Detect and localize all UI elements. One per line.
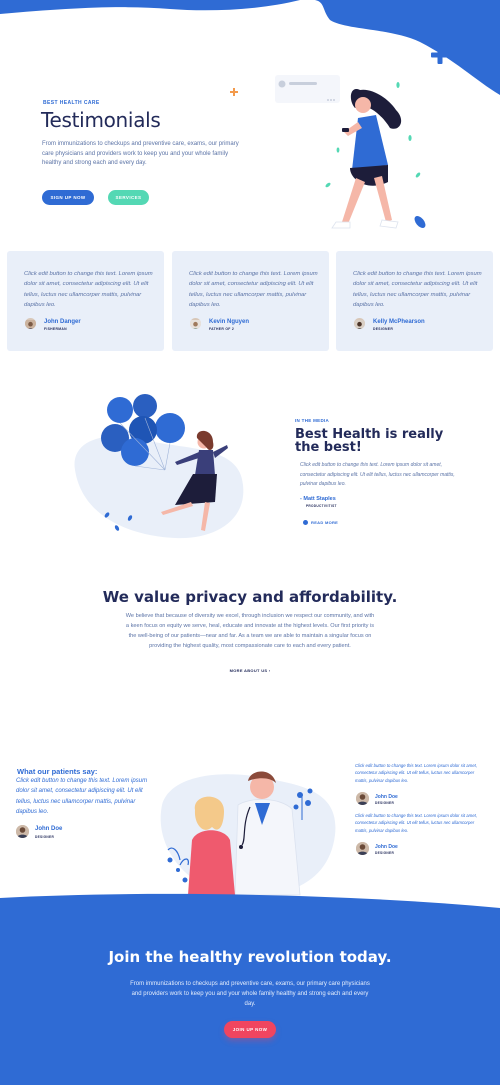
- patient-role: DESIGNER: [375, 851, 395, 855]
- join-up-button[interactable]: JOIN UP NOW: [224, 1021, 276, 1038]
- hero-description: From immunizations to checkups and preve…: [42, 141, 239, 167]
- patient-quote: Click edit button to change this text. L…: [16, 778, 148, 815]
- privacy-text: We believe that because of diversity we …: [125, 613, 375, 649]
- read-more-link[interactable]: READ MORE: [303, 520, 338, 525]
- avatar: [354, 318, 365, 329]
- footer-text: From immunizations to checkups and preve…: [130, 981, 370, 1007]
- hero-eyebrow: BEST HEALTH CARE: [43, 100, 100, 106]
- testimonial-name: Kelly McPhearson: [373, 319, 425, 325]
- balloon-girl-illustration: [74, 394, 244, 539]
- patient-quote: Click edit button to change this text. L…: [355, 763, 478, 783]
- testimonial-text: Click edit button to change this text. L…: [24, 271, 153, 308]
- woman-walking-illustration: [275, 75, 426, 229]
- testimonial-role: FISHERMAN: [44, 327, 67, 331]
- testimonial-text: Click edit button to change this text. L…: [353, 271, 482, 308]
- avatar: [16, 825, 29, 838]
- page-title: Testimonials: [41, 108, 161, 132]
- media-eyebrow: IN THE MEDIA: [295, 418, 330, 423]
- patients-title: What our patients say:: [17, 767, 98, 776]
- read-more-label: READ MORE: [311, 520, 339, 525]
- media-author-role: PRODUCTIVITIST: [306, 504, 337, 508]
- privacy-title: We value privacy and affordability.: [102, 588, 398, 606]
- patient-name: John Doe: [35, 826, 63, 832]
- plus-icon: [431, 46, 449, 64]
- testimonial-name: John Danger: [44, 319, 81, 325]
- media-title: Best Health is really the best!: [295, 427, 444, 455]
- doctor-patient-illustration: [160, 771, 336, 898]
- testimonial-card: Click edit button to change this text. L…: [336, 251, 493, 351]
- testimonial-name: Kevin Nguyen: [209, 319, 250, 325]
- avatar: [190, 318, 201, 329]
- small-plus-icon: [230, 88, 238, 96]
- testimonial-text: Click edit button to change this text. L…: [189, 271, 318, 308]
- patient-name: John Doe: [375, 794, 398, 800]
- more-about-us-link[interactable]: MORE ABOUT US ›: [0, 668, 500, 673]
- media-quote: Click edit button to change this text. L…: [300, 462, 455, 487]
- sign-up-button[interactable]: SIGN UP NOW: [42, 190, 94, 205]
- arrow-circle-icon: [303, 520, 308, 525]
- avatar: [356, 792, 369, 805]
- services-button[interactable]: SERVICES: [108, 190, 149, 205]
- avatar: [356, 842, 369, 855]
- patient-quote: Click edit button to change this text. L…: [355, 813, 478, 833]
- testimonial-role: DESIGNER: [373, 327, 394, 331]
- patient-role: DESIGNER: [375, 801, 395, 805]
- footer-title: Join the healthy revolution today.: [108, 948, 392, 966]
- testimonial-card: Click edit button to change this text. L…: [172, 251, 329, 351]
- testimonial-role: FATHER OF 2: [209, 327, 235, 331]
- patient-name: John Doe: [375, 844, 398, 850]
- media-author: - Matt Staples: [300, 496, 336, 502]
- patient-role: DESIGNER: [35, 835, 55, 839]
- avatar: [25, 318, 36, 329]
- testimonial-card: Click edit button to change this text. L…: [7, 251, 164, 351]
